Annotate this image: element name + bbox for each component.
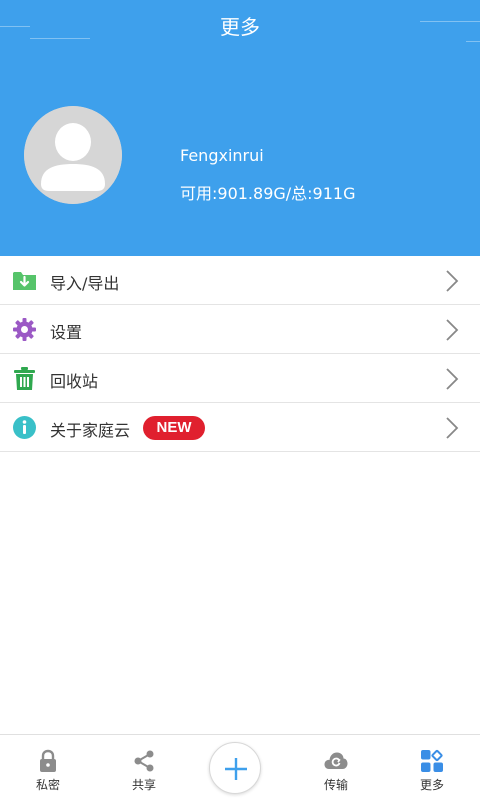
decor-line bbox=[466, 41, 480, 42]
chevron-right-icon bbox=[446, 417, 459, 439]
lock-icon bbox=[40, 749, 56, 772]
page-title: 更多 bbox=[220, 15, 260, 39]
menu-item-settings[interactable]: 设置 bbox=[0, 305, 480, 354]
tab-label: 共享 bbox=[131, 778, 156, 792]
menu-item-about[interactable]: 关于家庭云 NEW bbox=[0, 403, 480, 452]
chevron-right-icon bbox=[446, 270, 459, 292]
plus-icon bbox=[225, 758, 247, 780]
menu-item-label: 回收站 bbox=[50, 372, 99, 391]
chevron-right-icon bbox=[446, 319, 459, 341]
menu-item-label: 设置 bbox=[50, 323, 83, 342]
avatar[interactable] bbox=[24, 106, 122, 204]
trash-icon bbox=[14, 367, 35, 390]
info-icon bbox=[13, 416, 36, 439]
menu-item-label: 导入/导出 bbox=[50, 274, 120, 293]
cloud-sync-icon bbox=[324, 752, 348, 769]
menu-item-recycle-bin[interactable]: 回收站 bbox=[0, 354, 480, 403]
share-icon bbox=[134, 750, 154, 772]
chevron-right-icon bbox=[446, 368, 459, 390]
menu-list: 导入/导出 设置 回收站 关于家庭云 NEW bbox=[0, 256, 480, 452]
username: Fengxinrui bbox=[180, 146, 264, 165]
header: 更多 Fengxinrui 可用:901.89G/总:911G bbox=[0, 0, 480, 256]
tab-share[interactable]: 共享 bbox=[96, 735, 192, 800]
menu-item-label: 关于家庭云 bbox=[50, 421, 131, 440]
bottom-tab-bar: 私密 共享 传输 更多 bbox=[0, 734, 480, 800]
menu-item-import-export[interactable]: 导入/导出 bbox=[0, 256, 480, 305]
tab-private[interactable]: 私密 bbox=[0, 735, 96, 800]
folder-download-icon bbox=[13, 272, 36, 290]
grid-more-icon bbox=[421, 749, 443, 772]
tab-label: 传输 bbox=[323, 778, 348, 792]
user-avatar-icon bbox=[24, 106, 122, 204]
add-button[interactable] bbox=[209, 742, 261, 794]
new-badge: NEW bbox=[143, 416, 205, 440]
tab-label: 更多 bbox=[419, 778, 444, 792]
gear-icon bbox=[13, 318, 36, 341]
tab-transfer[interactable]: 传输 bbox=[288, 735, 384, 800]
tab-label: 私密 bbox=[35, 778, 60, 792]
storage-info: 可用:901.89G/总:911G bbox=[180, 184, 356, 203]
tab-more[interactable]: 更多 bbox=[384, 735, 480, 800]
